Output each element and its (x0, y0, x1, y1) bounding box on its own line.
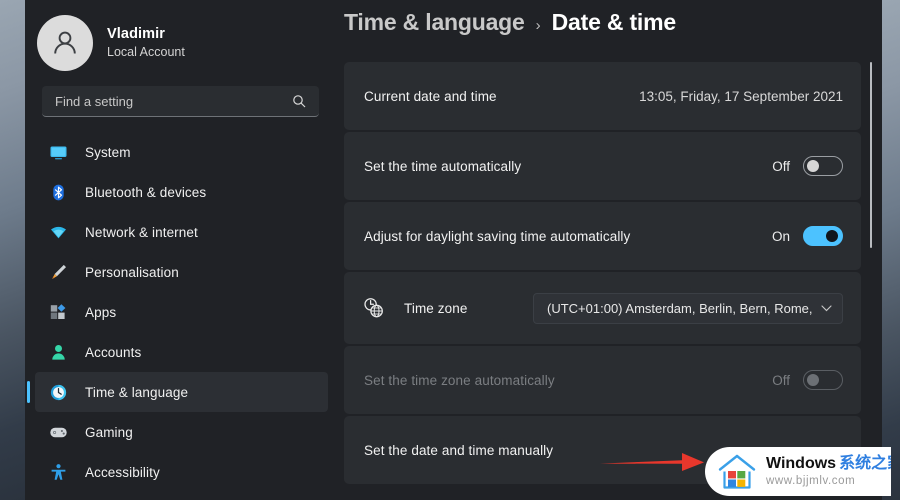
content-pane: Time & language › Date & time Current da… (336, 0, 882, 500)
toggle-knob (807, 374, 819, 386)
accessibility-icon (47, 461, 69, 483)
sidebar-item-gaming[interactable]: Gaming (35, 412, 328, 452)
chevron-down-icon (813, 304, 832, 312)
watermark-brand-line: Windows系统之家 (766, 455, 891, 472)
desktop-wallpaper-right (882, 0, 900, 500)
search-wrapper (25, 74, 336, 117)
time-zone-label: Time zone (404, 300, 468, 316)
toggle-group: Off (772, 156, 843, 176)
red-pointer-arrow (598, 450, 706, 479)
sidebar-item-apps[interactable]: Apps (35, 292, 328, 332)
set-time-automatically-toggle[interactable] (803, 156, 843, 176)
clock-globe-icon (362, 297, 388, 319)
current-date-time-value: 13:05, Friday, 17 September 2021 (639, 88, 843, 104)
avatar (37, 14, 93, 71)
page-title: Date & time (551, 9, 677, 35)
sidebar-item-system[interactable]: System (35, 132, 328, 172)
toggle-group: On (772, 226, 843, 246)
breadcrumb: Time & language › Date & time (336, 0, 882, 55)
bluetooth-icon (47, 181, 69, 203)
sidebar-item-accounts[interactable]: Accounts (35, 332, 328, 372)
account-header[interactable]: Vladimir Local Account (25, 0, 336, 74)
toggle-group: Off (772, 370, 843, 390)
scrollbar-thumb[interactable] (870, 62, 872, 248)
time-zone-dropdown[interactable]: (UTC+01:00) Amsterdam, Berlin, Bern, Rom… (533, 292, 843, 324)
sidebar-item-label: Accounts (85, 344, 142, 360)
content-scrollbar[interactable] (866, 55, 876, 475)
search-box[interactable] (42, 86, 319, 117)
windows-house-logo-icon (717, 453, 757, 491)
card-label: Set the time zone automatically (364, 372, 555, 388)
sidebar-item-time-language[interactable]: Time & language (27, 372, 328, 412)
clock-icon (47, 381, 69, 403)
watermark-text: Windows系统之家 www.bjjmlv.com (766, 455, 891, 487)
time-zone-value: (UTC+01:00) Amsterdam, Berlin, Bern, Rom… (547, 300, 813, 316)
watermark-brand-cn: 系统之家 (839, 455, 891, 473)
sidebar-item-label: Personalisation (85, 264, 179, 280)
search-input[interactable] (42, 93, 292, 109)
sidebar-item-label: Network & internet (85, 224, 198, 240)
watermark-url: www.bjjmlv.com (766, 474, 856, 487)
apps-grid-icon (47, 301, 69, 323)
card-current-date-time: Current date and time 13:05, Friday, 17 … (344, 62, 861, 130)
gamepad-icon (47, 421, 69, 443)
card-label: Set the date and time manually (364, 442, 554, 458)
toggle-knob (807, 160, 819, 172)
account-type: Local Account (107, 44, 185, 59)
card-label: Adjust for daylight saving time automati… (364, 228, 631, 244)
sidebar-item-personalisation[interactable]: Personalisation (35, 252, 328, 292)
sidebar-item-label: Apps (85, 304, 117, 320)
card-label: Current date and time (364, 88, 497, 104)
card-adjust-daylight-saving[interactable]: Adjust for daylight saving time automati… (344, 202, 861, 270)
sidebar-item-label: System (85, 144, 131, 160)
sidebar: Vladimir Local Account Find a setting Sy… (25, 0, 336, 500)
sidebar-item-network-internet[interactable]: Network & internet (35, 212, 328, 252)
paintbrush-icon (47, 261, 69, 283)
card-set-time-zone-automatically: Set the time zone automatically Off (344, 346, 861, 414)
wifi-icon (47, 221, 69, 243)
adjust-daylight-saving-toggle[interactable] (803, 226, 843, 246)
monitor-icon (47, 141, 69, 163)
screen: Vladimir Local Account Find a setting Sy… (0, 0, 900, 500)
watermark-brand: Windows (766, 455, 837, 473)
card-time-zone[interactable]: Time zone (UTC+01:00) Amsterdam, Berlin,… (344, 272, 861, 344)
sidebar-item-accessibility[interactable]: Accessibility (35, 452, 328, 492)
sidebar-item-label: Accessibility (85, 464, 160, 480)
sidebar-item-label: Gaming (85, 424, 133, 440)
toggle-state-label: Off (772, 158, 790, 174)
account-name: Vladimir (107, 25, 166, 42)
set-time-zone-automatically-toggle (803, 370, 843, 390)
card-set-time-automatically[interactable]: Set the time automatically Off (344, 132, 861, 200)
site-watermark: Windows系统之家 www.bjjmlv.com (705, 447, 891, 496)
search-icon[interactable] (292, 94, 319, 108)
sidebar-item-bluetooth-devices[interactable]: Bluetooth & devices (35, 172, 328, 212)
toggle-state-label: Off (772, 372, 790, 388)
sidebar-item-label: Bluetooth & devices (85, 184, 207, 200)
card-label: Set the time automatically (364, 158, 522, 174)
toggle-state-label: On (771, 228, 790, 244)
account-text: Vladimir Local Account (107, 25, 185, 61)
person-icon (47, 341, 69, 363)
chevron-right-icon: › (535, 17, 541, 34)
settings-list: Current date and time 13:05, Friday, 17 … (336, 55, 882, 484)
person-avatar-icon (54, 31, 76, 54)
desktop-wallpaper-left (0, 0, 25, 500)
sidebar-nav: System Bluetooth & devices Network & int… (25, 132, 336, 492)
sidebar-item-label: Time & language (85, 384, 189, 400)
breadcrumb-parent-link[interactable]: Time & language (344, 9, 525, 36)
settings-window: Vladimir Local Account Find a setting Sy… (25, 0, 882, 500)
toggle-knob (826, 230, 838, 242)
